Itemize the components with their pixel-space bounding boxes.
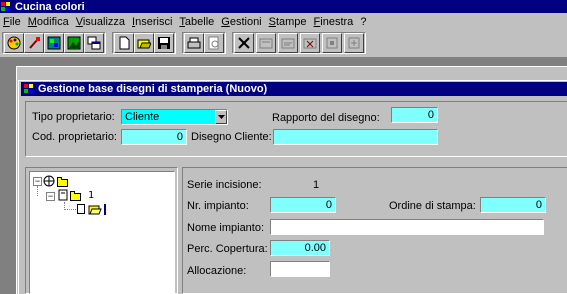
nome-impianto-field[interactable] [270, 219, 544, 235]
tree-line [64, 209, 76, 210]
save-icon[interactable] [154, 33, 174, 53]
allocazione-field[interactable] [270, 261, 330, 277]
globe-icon [43, 175, 55, 187]
menu-help[interactable]: ? [357, 16, 370, 28]
chevron-down-icon [217, 115, 225, 119]
nr-impianto-field[interactable]: 0 [270, 197, 336, 213]
toolbar [0, 30, 567, 58]
allocazione-label: Allocazione: [187, 265, 247, 277]
tipo-proprietario-select[interactable]: Cliente [121, 109, 228, 125]
leaf-document-icon [77, 204, 85, 214]
print-icon[interactable] [184, 33, 204, 53]
child-window: Gestione base disegni di stamperia (Nuov… [18, 80, 567, 294]
palette-icon[interactable] [4, 33, 24, 53]
root-folder-icon [57, 177, 68, 187]
grid-icon[interactable] [44, 33, 64, 53]
tool-icon-3[interactable] [300, 33, 320, 53]
app-titlebar[interactable]: Cucina colori [0, 0, 567, 13]
cod-proprietario-field[interactable]: 0 [121, 129, 187, 145]
new-document-icon[interactable] [114, 33, 134, 53]
tree-line [37, 186, 38, 196]
rapporto-label: Rapporto del disegno: [272, 112, 380, 124]
app-icon [1, 1, 12, 12]
ordine-label: Ordine di stampa: [389, 200, 476, 212]
disegno-cliente-label: Disegno Cliente: [191, 131, 272, 143]
serie-value: 1 [313, 179, 320, 191]
ordine-field[interactable]: 0 [480, 197, 546, 213]
menu-file[interactable]: File [0, 16, 25, 28]
tree-node-label[interactable]: 1 [88, 190, 94, 201]
delete-icon[interactable] [234, 33, 254, 53]
mdi-frame-bar [17, 67, 567, 79]
child-app-icon [24, 84, 35, 94]
cod-proprietario-label: Cod. proprietario: [32, 131, 117, 143]
tool-icon-1[interactable] [256, 33, 276, 53]
print-preview-icon[interactable] [204, 33, 224, 53]
tool-icon-4[interactable] [322, 33, 342, 53]
open-folder-icon[interactable] [134, 33, 154, 53]
menu-stampe[interactable]: Stampe [266, 16, 311, 28]
tree-node-collapse-icon[interactable]: − [46, 192, 55, 201]
tipo-proprietario-value: Cliente [125, 111, 160, 123]
menu-visualizza[interactable]: Visualizza [73, 16, 129, 28]
tree-collapse-icon[interactable]: − [33, 177, 42, 186]
rapporto-field[interactable]: 0 [391, 107, 438, 123]
menu-tabelle[interactable]: Tabelle [176, 16, 218, 28]
open-folder-icon [88, 205, 102, 215]
tipo-proprietario-label: Tipo proprietario: [32, 111, 115, 123]
tool-icon-5[interactable] [344, 33, 364, 53]
perc-copertura-field[interactable]: 0.00 [270, 240, 330, 256]
node-folder-icon [70, 191, 81, 201]
menu-finestra[interactable]: Finestra [311, 16, 358, 28]
menu-modifica[interactable]: Modifica [25, 16, 73, 28]
child-titlebar[interactable]: Gestione base disegni di stamperia (Nuov… [21, 82, 567, 96]
nr-impianto-label: Nr. impianto: [187, 200, 249, 212]
menu-inserisci[interactable]: Inserisci [129, 16, 176, 28]
nome-impianto-label: Nome impianto: [187, 222, 265, 234]
brush-icon[interactable] [24, 33, 44, 53]
selection-cursor [104, 204, 106, 215]
document-icon [58, 189, 68, 201]
tree-view[interactable]: − − 1 [29, 171, 175, 294]
serie-label: Serie incisione: [187, 179, 262, 191]
tool-icon-2[interactable] [278, 33, 298, 53]
menu-gestioni[interactable]: Gestioni [218, 16, 265, 28]
image-icon[interactable] [64, 33, 84, 53]
child-title: Gestione base disegni di stamperia (Nuov… [38, 83, 268, 95]
menu-bar: File Modifica Visualizza Inserisci Tabel… [0, 13, 567, 30]
tipo-proprietario-dropdown-button[interactable] [215, 110, 227, 124]
perc-copertura-label: Perc. Copertura: [187, 243, 268, 255]
app-title: Cucina colori [15, 0, 85, 13]
windows-icon[interactable] [84, 33, 104, 53]
disegno-cliente-field[interactable] [273, 129, 438, 145]
